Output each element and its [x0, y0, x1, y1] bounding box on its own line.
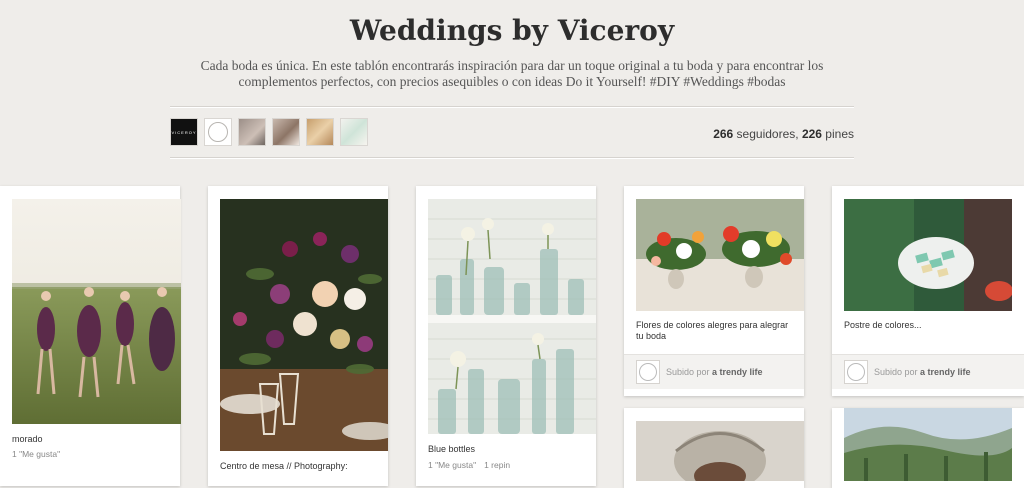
pins-count[interactable]: 226	[802, 127, 822, 141]
likes-count[interactable]: 1 "Me gusta"	[428, 460, 476, 470]
followers-count[interactable]: 266	[713, 127, 733, 141]
collaborator-avatar[interactable]	[272, 118, 300, 146]
pins-label: pines	[821, 127, 854, 141]
pin-image[interactable]	[636, 421, 804, 481]
collaborator-avatar[interactable]	[238, 118, 266, 146]
pin-card[interactable]: Centro de mesa // Photography:	[208, 186, 388, 486]
pin-image[interactable]	[844, 408, 1012, 481]
collaborator-avatar-trendy-life[interactable]	[204, 118, 232, 146]
collaborator-avatar[interactable]	[340, 118, 368, 146]
pin-card[interactable]: Blue bottles 1 "Me gusta" 1 repin	[416, 186, 596, 486]
trendy-life-logo-icon	[639, 363, 657, 381]
pin-caption: Blue bottles	[428, 444, 476, 454]
pin-caption: Flores de colores alegres para alegrar t…	[636, 320, 789, 341]
pin-image[interactable]	[636, 199, 804, 311]
attribution-text: Subido por a trendy life	[874, 367, 971, 377]
likes-count[interactable]: 1 "Me gusta"	[12, 449, 60, 459]
divider	[170, 106, 854, 108]
pin-meta: 1 "Me gusta" 1 repin	[428, 460, 510, 470]
attribution-prefix: Subido por	[874, 367, 921, 377]
board-title: Weddings by Viceroy	[349, 14, 675, 47]
pin-caption: morado	[12, 434, 43, 444]
board-header: Weddings by Viceroy Cada boda es única. …	[0, 0, 1024, 170]
pin-caption: Centro de mesa // Photography:	[220, 461, 348, 471]
trendy-life-logo-icon	[847, 363, 865, 381]
uploader-name[interactable]: a trendy life	[920, 367, 971, 377]
followers-label: seguidores,	[733, 127, 802, 141]
collaborator-avatar[interactable]	[306, 118, 334, 146]
attribution-text: Subido por a trendy life	[666, 367, 763, 377]
pin-caption: Postre de colores...	[844, 320, 922, 330]
trendy-life-logo-icon	[208, 122, 228, 142]
collaborator-avatar-viceroy[interactable]: VICEROY	[170, 118, 198, 146]
uploader-avatar[interactable]	[844, 360, 868, 384]
collaborator-list: VICEROY	[170, 118, 368, 146]
uploader-avatar[interactable]	[636, 360, 660, 384]
pin-card[interactable]: Flores de colores alegres para alegrar t…	[624, 186, 804, 396]
viceroy-logo-text: VICEROY	[171, 129, 197, 135]
pin-image[interactable]	[844, 199, 1012, 311]
board-stats: 266 seguidores, 226 pines	[713, 127, 854, 141]
pin-attribution[interactable]: Subido por a trendy life	[832, 354, 1024, 389]
attribution-prefix: Subido por	[666, 367, 713, 377]
divider	[170, 157, 854, 159]
pin-card[interactable]: morado 1 "Me gusta"	[0, 186, 181, 486]
repins-count[interactable]: 1 repin	[484, 460, 510, 470]
uploader-name[interactable]: a trendy life	[712, 367, 763, 377]
pin-image[interactable]	[220, 199, 388, 451]
pin-card[interactable]: Postre de colores... Subido por a trendy…	[832, 186, 1024, 396]
pin-meta: 1 "Me gusta"	[12, 449, 60, 459]
board-description: Cada boda es única. En este tablón encon…	[200, 58, 824, 89]
pin-attribution[interactable]: Subido por a trendy life	[624, 354, 804, 389]
pin-card[interactable]	[624, 408, 804, 488]
pin-image[interactable]	[428, 199, 596, 434]
pin-card[interactable]	[832, 408, 1024, 488]
pin-image[interactable]	[12, 199, 181, 424]
